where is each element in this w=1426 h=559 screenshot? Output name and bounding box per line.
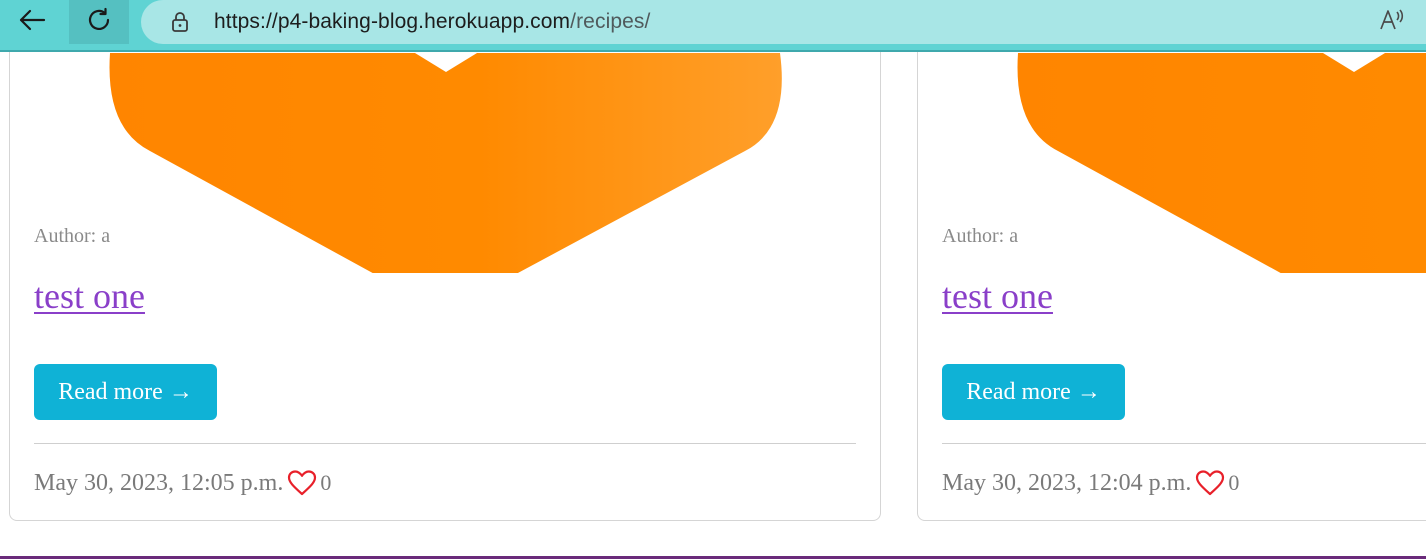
- address-bar[interactable]: https://p4-baking-blog.herokuapp.com/rec…: [141, 0, 1426, 44]
- recipe-card: Author: a test one Read more → May 30, 2…: [9, 52, 881, 521]
- reload-icon: [86, 7, 112, 38]
- card-divider: [942, 443, 1426, 444]
- heart-icon[interactable]: [287, 470, 317, 496]
- reload-button[interactable]: [69, 0, 129, 44]
- like-count: 0: [320, 470, 332, 495]
- back-button[interactable]: [2, 0, 62, 44]
- post-date: May 30, 2023, 12:05 p.m.: [34, 469, 284, 496]
- read-aloud-button[interactable]: [1379, 8, 1407, 37]
- post-title-link[interactable]: test one: [942, 275, 1053, 317]
- post-meta: May 30, 2023, 12:04 p.m. 0: [942, 468, 1239, 498]
- recipe-image[interactable]: [10, 52, 880, 273]
- heart-icon[interactable]: [1195, 470, 1225, 496]
- recipe-card: Author: a test one Read more → May 30, 2…: [917, 52, 1426, 521]
- post-title-link[interactable]: test one: [34, 275, 145, 317]
- post-author: Author: a: [34, 225, 111, 247]
- post-meta: May 30, 2023, 12:05 p.m. 0: [34, 468, 331, 498]
- like-count: 0: [1228, 470, 1240, 495]
- browser-toolbar: https://p4-baking-blog.herokuapp.com/rec…: [0, 0, 1426, 52]
- read-more-button[interactable]: Read more →: [34, 364, 217, 420]
- url-text[interactable]: https://p4-baking-blog.herokuapp.com/rec…: [214, 10, 650, 34]
- post-date: May 30, 2023, 12:04 p.m.: [942, 469, 1192, 496]
- card-divider: [34, 443, 856, 444]
- lock-icon[interactable]: [169, 11, 191, 33]
- url-host: https://p4-baking-blog.herokuapp.com: [214, 10, 571, 33]
- back-arrow-icon: [18, 8, 46, 37]
- post-author: Author: a: [942, 225, 1019, 247]
- page-viewport: Author: a test one Read more → May 30, 2…: [0, 52, 1426, 559]
- read-aloud-icon: [1379, 8, 1407, 37]
- read-more-button[interactable]: Read more →: [942, 364, 1125, 420]
- url-path: /recipes/: [570, 10, 651, 33]
